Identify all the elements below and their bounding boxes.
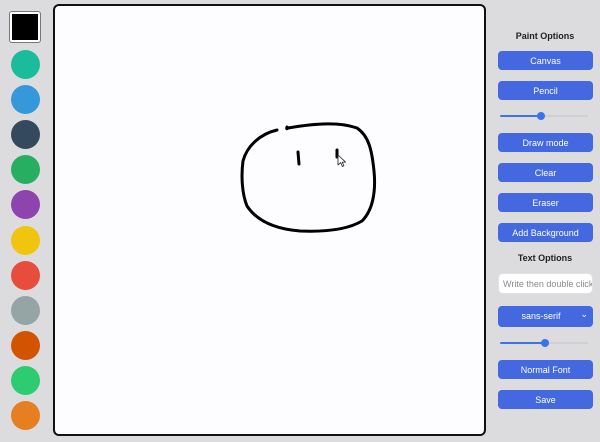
drawing-canvas[interactable] <box>53 4 486 436</box>
color-swatch[interactable] <box>11 50 40 79</box>
paint-options-heading: Paint Options <box>515 31 575 41</box>
color-swatch[interactable] <box>11 365 40 395</box>
canvas-drawing <box>240 122 377 233</box>
text-input[interactable] <box>498 273 593 294</box>
color-palette <box>0 0 50 442</box>
drawn-stroke-face <box>240 122 377 233</box>
brush-size-slider[interactable] <box>500 112 588 120</box>
color-swatch[interactable] <box>11 190 40 220</box>
color-swatch[interactable] <box>11 401 40 430</box>
color-swatch[interactable] <box>11 295 40 325</box>
chevron-down-icon: ⌄ <box>580 309 588 319</box>
color-swatch[interactable] <box>10 12 40 42</box>
font-family-select[interactable]: sans-serif ⌄ <box>498 306 593 327</box>
options-panel: Paint Options Canvas Pencil Draw mode Cl… <box>495 0 600 442</box>
save-button[interactable]: Save <box>498 390 593 409</box>
slider-thumb[interactable] <box>537 112 546 120</box>
slider-fill <box>500 115 542 117</box>
font-size-slider[interactable] <box>500 339 588 347</box>
color-swatch[interactable] <box>11 260 40 290</box>
text-options-heading: Text Options <box>517 253 573 263</box>
slider-thumb[interactable] <box>540 339 549 347</box>
eraser-button[interactable]: Eraser <box>498 193 593 212</box>
color-swatch[interactable] <box>11 330 40 360</box>
clear-button[interactable]: Clear <box>498 163 593 182</box>
color-swatch[interactable] <box>11 225 40 255</box>
drawn-stroke-face <box>285 125 290 131</box>
font-weight-button[interactable]: Normal Font <box>498 360 593 379</box>
font-family-value: sans-serif <box>521 311 561 321</box>
arrow-cursor-icon <box>337 154 346 167</box>
drawn-stroke-eye-left <box>296 150 301 166</box>
draw-mode-button[interactable]: Draw mode <box>498 133 593 152</box>
color-swatch[interactable] <box>11 120 40 150</box>
add-background-button[interactable]: Add Background <box>498 223 593 242</box>
slider-fill <box>500 342 545 344</box>
color-swatch[interactable] <box>11 85 40 115</box>
pencil-button[interactable]: Pencil <box>498 81 593 100</box>
canvas-button[interactable]: Canvas <box>498 51 593 70</box>
color-swatch[interactable] <box>11 155 40 185</box>
